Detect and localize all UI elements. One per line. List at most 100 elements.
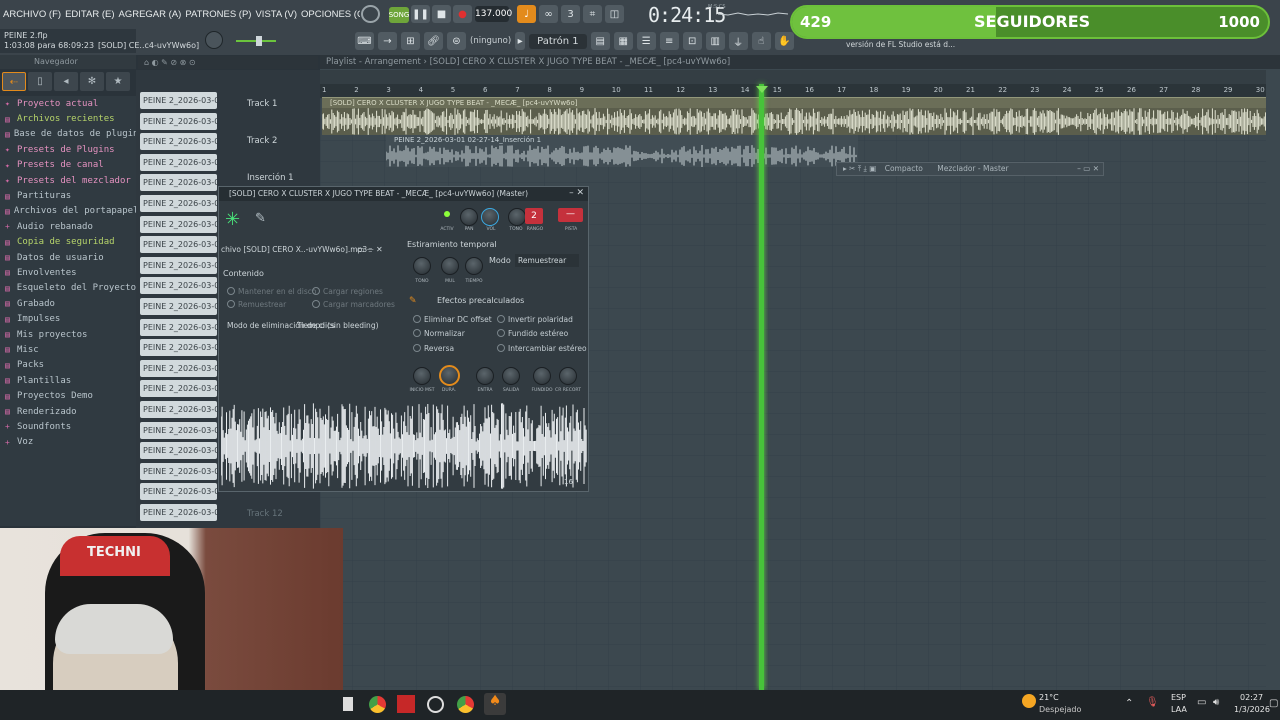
- swap-stereo-option[interactable]: Intercambiar estéreo: [497, 344, 587, 353]
- browser-star-icon[interactable]: ★: [106, 72, 130, 91]
- stop-button[interactable]: ■: [432, 5, 451, 23]
- browser-item[interactable]: ✦ Presets del mezclador: [0, 173, 136, 188]
- channel-button[interactable]: PEINE 2_2026-03-01 ...: [140, 442, 217, 460]
- mode-selector[interactable]: Remuestrear: [515, 254, 579, 267]
- browser-item[interactable]: ▤ Impulses: [0, 311, 136, 326]
- playhead-marker-icon[interactable]: [756, 86, 768, 93]
- browser-item[interactable]: ▤ Envolventes: [0, 265, 136, 280]
- network-icon[interactable]: ▭: [1197, 697, 1206, 708]
- clock-time[interactable]: 02:27: [1240, 693, 1263, 702]
- pitch-knob[interactable]: [508, 208, 526, 226]
- browser-item[interactable]: + Audio rebanado: [0, 219, 136, 234]
- sampler-close-icon[interactable]: – ✕: [569, 188, 584, 198]
- browser-plugin-icon[interactable]: ✻: [80, 72, 104, 91]
- metronome-button[interactable]: ♩: [517, 5, 536, 23]
- chrome-icon[interactable]: [369, 696, 386, 713]
- notifications-icon[interactable]: ▢: [1269, 698, 1278, 709]
- stretch-time-knob[interactable]: [465, 257, 483, 275]
- playlist-timeline[interactable]: 1 2 3 4 5 6 7 8 9 10 11 12 13 14 15 16 17 18 19 20 21 22 23 24 2…: [320, 84, 1266, 98]
- track-label[interactable]: Inserción 1: [247, 173, 294, 183]
- mixer-compact-bar[interactable]: ▸ ✂ ⤒ ⤓ ▣ Compacto Mezclador - Master – …: [836, 162, 1104, 176]
- browser-item[interactable]: ▤ Renderizado: [0, 404, 136, 419]
- clock-date[interactable]: 1/3/2026: [1234, 705, 1270, 714]
- browser-item[interactable]: ▤ Plantillas: [0, 373, 136, 388]
- browser-item[interactable]: ▤ Archivos del portapapeles: [0, 204, 149, 219]
- menu-item[interactable]: EDITAR (E): [65, 9, 114, 20]
- obs-icon[interactable]: [427, 696, 444, 713]
- load-markers-option[interactable]: Cargar marcadores: [312, 300, 395, 309]
- crossfade-knob[interactable]: [533, 367, 551, 385]
- browser-item[interactable]: ✦ Proyecto actual: [0, 96, 136, 111]
- browser-files-icon[interactable]: ▯: [28, 72, 52, 91]
- audio-clip-beat[interactable]: [SOLD] CERO X CLUSTER X JUGO TYPE BEAT -…: [321, 97, 1267, 135]
- stereo-fade-option[interactable]: Fundido estéreo: [497, 329, 568, 338]
- resample-option[interactable]: Remuestrear: [227, 300, 286, 309]
- browser-item[interactable]: ▤ Base de datos de plugins: [0, 127, 144, 142]
- channel-button[interactable]: PEINE 2_2026-03-01 ...: [140, 297, 217, 315]
- dc-offset-option[interactable]: Eliminar DC offset: [413, 315, 492, 324]
- menu-item[interactable]: PATRONES (P): [185, 9, 251, 20]
- browser-item[interactable]: ▤ Copia de seguridad: [0, 235, 136, 250]
- channel-button[interactable]: PEINE 2_2026-03-01 01-...: [140, 133, 217, 151]
- record-button[interactable]: ●: [453, 5, 472, 23]
- plug-icon[interactable]: ⏚: [728, 32, 748, 50]
- keep-on-disk-option[interactable]: Mantener en el disco: [227, 287, 317, 296]
- channel-button[interactable]: PEINE 2_2026-03-01 ...: [140, 215, 217, 233]
- channel-rack-icon[interactable]: ☰: [636, 32, 656, 50]
- volume-knob[interactable]: [481, 208, 499, 226]
- metronome-dial-icon[interactable]: [361, 5, 380, 23]
- piano-roll-icon[interactable]: ▦: [613, 32, 633, 50]
- browser-item[interactable]: ▤ Datos de usuario: [0, 250, 136, 265]
- master-pitch-knob[interactable]: [205, 31, 223, 49]
- browser-icon[interactable]: ▥: [705, 32, 725, 50]
- menu-item[interactable]: OPCIONES (O): [301, 9, 360, 20]
- browser-item[interactable]: ✦ Presets de canal: [0, 158, 136, 173]
- declick-value[interactable]: Tiempo (sin bleeding): [297, 321, 379, 330]
- stretch-mul-knob[interactable]: [441, 257, 459, 275]
- master-volume-handle[interactable]: [256, 36, 262, 46]
- browser-item[interactable]: ▤ Packs: [0, 358, 136, 373]
- wrench-tab-icon[interactable]: ✎: [255, 211, 266, 226]
- language-1[interactable]: ESP: [1171, 693, 1186, 702]
- channel-button[interactable]: PEINE 2_2026-03-01 01-...: [140, 112, 217, 130]
- browser-back-icon[interactable]: ⇠: [2, 72, 26, 91]
- waveform-tab-icon[interactable]: ✳: [225, 209, 240, 230]
- countdown-button[interactable]: 3: [561, 5, 580, 23]
- channel-button[interactable]: PEINE 2_2026-03-01 02-...: [140, 503, 217, 521]
- plugin-icon[interactable]: ⊡: [682, 32, 702, 50]
- browser-item[interactable]: ▤ Archivos recientes: [0, 111, 136, 126]
- chrome-icon-2[interactable]: [457, 696, 474, 713]
- browser-item[interactable]: ▤ Proyectos Demo: [0, 388, 136, 403]
- track-button[interactable]: —: [558, 208, 583, 222]
- channel-button[interactable]: PEINE 2_2026-03-01 ...: [140, 400, 217, 418]
- normalize-option[interactable]: Normalizar: [413, 329, 465, 338]
- track-label[interactable]: Track 1: [247, 99, 277, 109]
- channel-button[interactable]: PEINE 2_2026-03-01 ...: [140, 380, 217, 398]
- channel-button[interactable]: PEINE 2_2026-03-01 ...: [140, 236, 217, 254]
- browser-item[interactable]: ▤ Esqueleto del Proyecto: [0, 281, 136, 296]
- browser-item[interactable]: ▤ Partituras: [0, 188, 136, 203]
- menu-item[interactable]: AGREGAR (A): [119, 9, 182, 20]
- language-2[interactable]: LAA: [1171, 705, 1187, 714]
- menu-item[interactable]: VISTA (V): [255, 9, 297, 20]
- trim-knob[interactable]: [559, 367, 577, 385]
- link-icon[interactable]: 🔗︎: [424, 32, 443, 50]
- blend-button[interactable]: ◫: [605, 5, 624, 23]
- arrow-right-icon[interactable]: →: [378, 32, 397, 50]
- channel-button[interactable]: PEINE 2_2026-03-01 02-...: [140, 153, 217, 171]
- load-regions-option[interactable]: Cargar regiones: [312, 287, 383, 296]
- channel-button[interactable]: PEINE 2_2026-03-01 02-...: [140, 174, 217, 192]
- touch-icon[interactable]: ☝: [751, 32, 771, 50]
- play-button[interactable]: ❚❚: [411, 5, 430, 23]
- sampler-title[interactable]: [SOLD] CERO X CLUSTER X JUGO TYPE BEAT -…: [219, 187, 588, 201]
- fade-out-knob[interactable]: [502, 367, 520, 385]
- browser-item[interactable]: ▤ Misc: [0, 342, 136, 357]
- channel-button[interactable]: PEINE 2_2026-03-01 ...: [140, 318, 217, 336]
- channel-button[interactable]: PEINE 2_2026-03-01 ...: [140, 421, 217, 439]
- fl-studio-icon[interactable]: ♠: [484, 693, 506, 715]
- pattern-arrow-icon[interactable]: ▸: [515, 32, 526, 50]
- channel-button[interactable]: PEINE 2_2026-03-01 ...: [140, 339, 217, 357]
- pattern-selector[interactable]: Patrón 1: [529, 33, 587, 49]
- track-label[interactable]: Track 12: [247, 509, 283, 519]
- playlist-icon[interactable]: ▤: [590, 32, 610, 50]
